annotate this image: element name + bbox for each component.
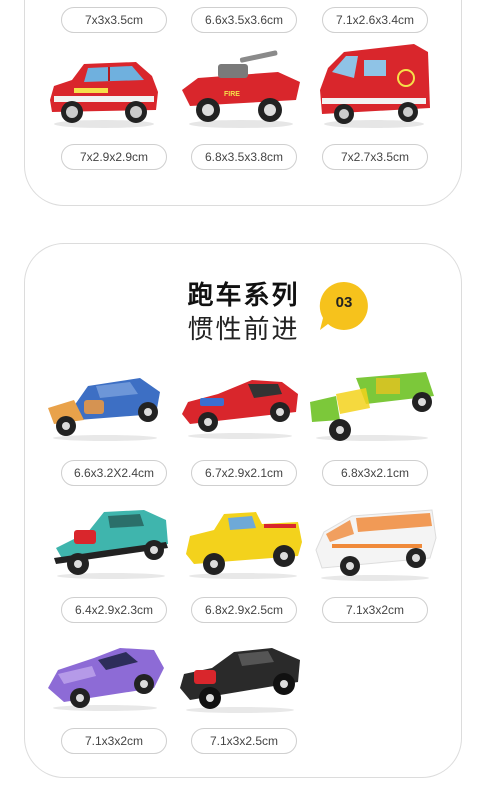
yellow-pickup-image: [180, 506, 306, 582]
badge-number: 03: [335, 294, 353, 311]
series-number-badge: 03: [318, 280, 370, 332]
size-label: 6.6x3.5x3.6cm: [191, 7, 297, 33]
size-label: 7x3x3.5cm: [61, 7, 167, 33]
size-label: 7x2.9x2.9cm: [61, 144, 167, 170]
size-label: 6.8x2.9x2.5cm: [191, 597, 297, 623]
section-title: 跑车系列: [187, 281, 300, 311]
purple-supercar-image: [44, 640, 166, 714]
size-label: 6.6x3.2X2.4cm: [61, 460, 167, 486]
fire-van-image: [314, 38, 434, 132]
size-label: 7.1x3x2cm: [322, 597, 428, 623]
red-sports-car-image: [178, 372, 302, 442]
black-muscle-car-image: [176, 642, 304, 716]
size-label: 6.7x2.9x2.1cm: [191, 460, 297, 486]
teal-muscle-truck-image: [48, 502, 174, 582]
fire-tank-image: FIRE: [178, 48, 304, 132]
size-label: 7x2.7x3.5cm: [322, 144, 428, 170]
size-label: 6.8x3x2.1cm: [322, 460, 428, 486]
size-label: 7.1x2.6x3.4cm: [322, 7, 428, 33]
white-orange-van-image: [312, 504, 438, 584]
fire-suv-image: [44, 52, 164, 132]
section-subtitle: 惯性前进: [187, 315, 300, 345]
green-hot-rod-image: [306, 364, 438, 446]
size-label: 7.1x3x2cm: [61, 728, 167, 754]
size-label: 7.1x3x2.5cm: [191, 728, 297, 754]
size-label: 6.4x2.9x2.3cm: [61, 597, 167, 623]
blue-hot-rod-image: [44, 370, 166, 444]
size-label: 6.8x3.5x3.8cm: [191, 144, 297, 170]
svg-text:FIRE: FIRE: [224, 91, 240, 98]
